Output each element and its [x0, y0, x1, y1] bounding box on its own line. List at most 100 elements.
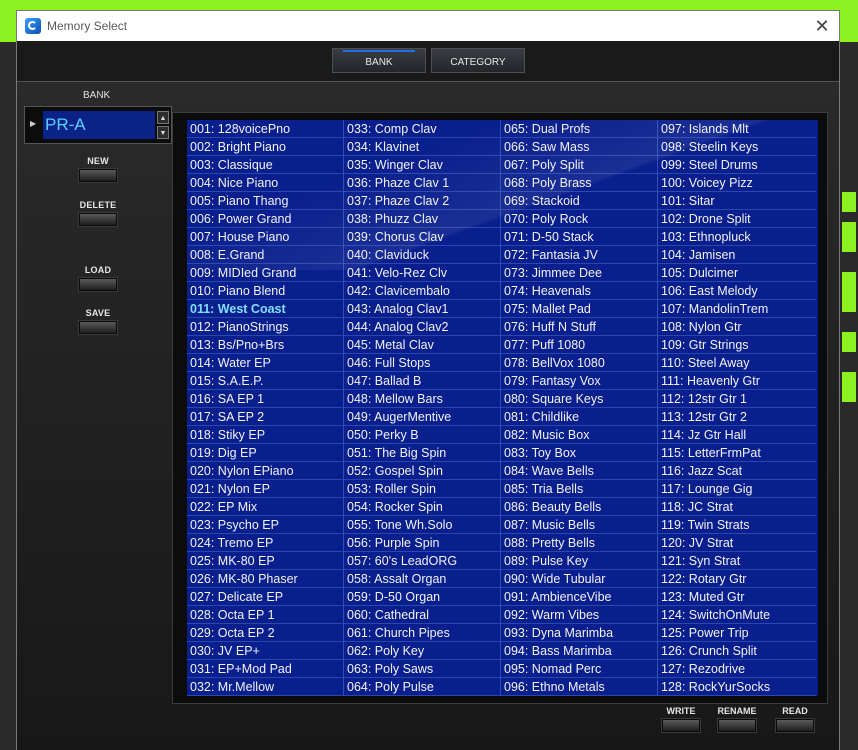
patch-item[interactable]: 106: East Melody	[658, 282, 816, 300]
patch-item[interactable]: 029: Octa EP 2	[187, 624, 343, 642]
patch-item[interactable]: 050: Perky B	[344, 426, 500, 444]
patch-item[interactable]: 039: Chorus Clav	[344, 228, 500, 246]
patch-item[interactable]: 006: Power Grand	[187, 210, 343, 228]
patch-item[interactable]: 122: Rotary Gtr	[658, 570, 816, 588]
patch-item[interactable]: 117: Lounge Gig	[658, 480, 816, 498]
patch-item[interactable]: 085: Tria Bells	[501, 480, 657, 498]
tab-bank[interactable]: BANK	[332, 48, 426, 73]
bank-value[interactable]: PR-A	[43, 111, 155, 139]
patch-item[interactable]: 091: AmbienceVibe	[501, 588, 657, 606]
patch-item[interactable]: 041: Velo-Rez Clv	[344, 264, 500, 282]
patch-item[interactable]: 005: Piano Thang	[187, 192, 343, 210]
patch-item[interactable]: 011: West Coast	[187, 300, 343, 318]
patch-item[interactable]: 049: AugerMentive	[344, 408, 500, 426]
patch-item[interactable]: 018: Stiky EP	[187, 426, 343, 444]
patch-item[interactable]: 030: JV EP+	[187, 642, 343, 660]
patch-item[interactable]: 119: Twin Strats	[658, 516, 816, 534]
patch-item[interactable]: 026: MK-80 Phaser	[187, 570, 343, 588]
patch-item[interactable]: 060: Cathedral	[344, 606, 500, 624]
patch-item[interactable]: 108: Nylon Gtr	[658, 318, 816, 336]
patch-item[interactable]: 127: Rezodrive	[658, 660, 816, 678]
patch-item[interactable]: 083: Toy Box	[501, 444, 657, 462]
patch-item[interactable]: 025: MK-80 EP	[187, 552, 343, 570]
write-button[interactable]	[662, 719, 700, 732]
patch-item[interactable]: 100: Voicey Pizz	[658, 174, 816, 192]
patch-item[interactable]: 094: Bass Marimba	[501, 642, 657, 660]
patch-item[interactable]: 027: Delicate EP	[187, 588, 343, 606]
patch-item[interactable]: 080: Square Keys	[501, 390, 657, 408]
patch-item[interactable]: 112: 12str Gtr 1	[658, 390, 816, 408]
patch-item[interactable]: 040: Claviduck	[344, 246, 500, 264]
patch-item[interactable]: 062: Poly Key	[344, 642, 500, 660]
patch-item[interactable]: 007: House Piano	[187, 228, 343, 246]
patch-item[interactable]: 064: Poly Pulse	[344, 678, 500, 696]
patch-item[interactable]: 012: PianoStrings	[187, 318, 343, 336]
bank-down-button[interactable]: ▼	[157, 126, 169, 139]
patch-item[interactable]: 059: D-50 Organ	[344, 588, 500, 606]
patch-item[interactable]: 019: Dig EP	[187, 444, 343, 462]
patch-item[interactable]: 079: Fantasy Vox	[501, 372, 657, 390]
patch-item[interactable]: 067: Poly Split	[501, 156, 657, 174]
patch-item[interactable]: 003: Classique	[187, 156, 343, 174]
patch-item[interactable]: 034: Klavinet	[344, 138, 500, 156]
patch-item[interactable]: 038: Phuzz Clav	[344, 210, 500, 228]
patch-item[interactable]: 001: 128voicePno	[187, 120, 343, 138]
patch-item[interactable]: 065: Dual Profs	[501, 120, 657, 138]
tab-category[interactable]: CATEGORY	[431, 48, 525, 73]
patch-item[interactable]: 042: Clavicembalo	[344, 282, 500, 300]
patch-item[interactable]: 037: Phaze Clav 2	[344, 192, 500, 210]
patch-item[interactable]: 102: Drone Split	[658, 210, 816, 228]
patch-item[interactable]: 021: Nylon EP	[187, 480, 343, 498]
patch-item[interactable]: 004: Nice Piano	[187, 174, 343, 192]
patch-item[interactable]: 045: Metal Clav	[344, 336, 500, 354]
patch-item[interactable]: 123: Muted Gtr	[658, 588, 816, 606]
save-button[interactable]	[79, 321, 117, 334]
patch-item[interactable]: 105: Dulcimer	[658, 264, 816, 282]
patch-item[interactable]: 071: D-50 Stack	[501, 228, 657, 246]
patch-item[interactable]: 058: Assalt Organ	[344, 570, 500, 588]
patch-item[interactable]: 074: Heavenals	[501, 282, 657, 300]
patch-item[interactable]: 103: Ethnopluck	[658, 228, 816, 246]
patch-item[interactable]: 054: Rocker Spin	[344, 498, 500, 516]
patch-item[interactable]: 095: Nomad Perc	[501, 660, 657, 678]
patch-item[interactable]: 111: Heavenly Gtr	[658, 372, 816, 390]
close-button[interactable]: ✕	[811, 15, 833, 37]
patch-item[interactable]: 044: Analog Clav2	[344, 318, 500, 336]
patch-item[interactable]: 061: Church Pipes	[344, 624, 500, 642]
patch-item[interactable]: 089: Pulse Key	[501, 552, 657, 570]
patch-item[interactable]: 009: MIDIed Grand	[187, 264, 343, 282]
patch-item[interactable]: 076: Huff N Stuff	[501, 318, 657, 336]
read-button[interactable]	[776, 719, 814, 732]
patch-item[interactable]: 107: MandolinTrem	[658, 300, 816, 318]
patch-item[interactable]: 081: Childlike	[501, 408, 657, 426]
patch-item[interactable]: 087: Music Bells	[501, 516, 657, 534]
patch-item[interactable]: 128: RockYurSocks	[658, 678, 816, 696]
patch-item[interactable]: 097: Islands Mlt	[658, 120, 816, 138]
patch-item[interactable]: 110: Steel Away	[658, 354, 816, 372]
patch-item[interactable]: 114: Jz Gtr Hall	[658, 426, 816, 444]
patch-item[interactable]: 051: The Big Spin	[344, 444, 500, 462]
patch-item[interactable]: 090: Wide Tubular	[501, 570, 657, 588]
patch-item[interactable]: 028: Octa EP 1	[187, 606, 343, 624]
patch-item[interactable]: 072: Fantasia JV	[501, 246, 657, 264]
patch-item[interactable]: 016: SA EP 1	[187, 390, 343, 408]
delete-button[interactable]	[79, 213, 117, 226]
patch-item[interactable]: 008: E.Grand	[187, 246, 343, 264]
patch-item[interactable]: 047: Ballad B	[344, 372, 500, 390]
patch-item[interactable]: 056: Purple Spin	[344, 534, 500, 552]
new-button[interactable]	[79, 169, 117, 182]
patch-item[interactable]: 063: Poly Saws	[344, 660, 500, 678]
patch-item[interactable]: 053: Roller Spin	[344, 480, 500, 498]
patch-item[interactable]: 052: Gospel Spin	[344, 462, 500, 480]
patch-item[interactable]: 125: Power Trip	[658, 624, 816, 642]
patch-item[interactable]: 084: Wave Bells	[501, 462, 657, 480]
patch-item[interactable]: 035: Winger Clav	[344, 156, 500, 174]
load-button[interactable]	[79, 278, 117, 291]
patch-item[interactable]: 092: Warm Vibes	[501, 606, 657, 624]
patch-item[interactable]: 048: Mellow Bars	[344, 390, 500, 408]
patch-item[interactable]: 078: BellVox 1080	[501, 354, 657, 372]
patch-item[interactable]: 014: Water EP	[187, 354, 343, 372]
patch-item[interactable]: 121: Syn Strat	[658, 552, 816, 570]
patch-item[interactable]: 031: EP+Mod Pad	[187, 660, 343, 678]
patch-item[interactable]: 124: SwitchOnMute	[658, 606, 816, 624]
